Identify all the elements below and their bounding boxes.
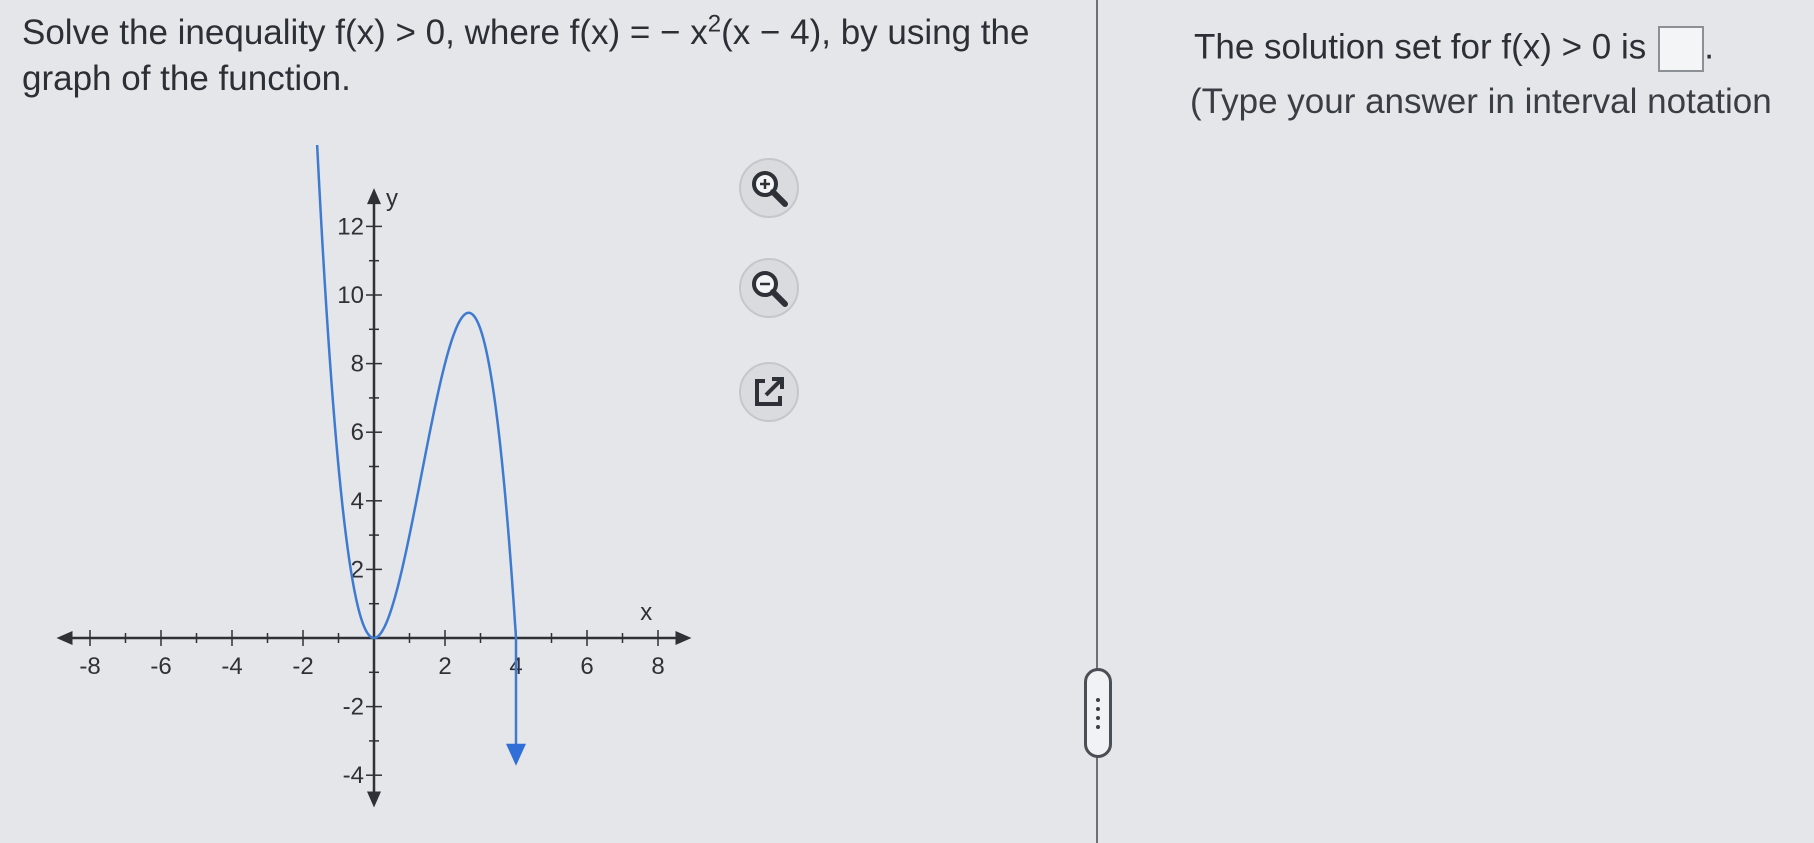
y-axis-top-arrow xyxy=(367,188,381,205)
x-axis-label: x xyxy=(640,599,652,626)
answer-period: . xyxy=(1704,27,1714,67)
zoom-out-icon xyxy=(752,271,788,307)
answer-line: The solution set for f(x) > 0 is. xyxy=(1194,26,1714,72)
answer-instruction: (Type your answer in interval notation xyxy=(1190,82,1772,121)
y-tick-label: 8 xyxy=(351,351,364,378)
y-tick-label: 10 xyxy=(337,282,364,309)
zoom-out-button[interactable] xyxy=(739,258,799,318)
page: Solve the inequality f(x) > 0, where f(x… xyxy=(0,0,1814,843)
question-text: Solve the inequality f(x) > 0, where f(x… xyxy=(22,10,1042,102)
curve-bottom-arrow xyxy=(506,743,526,766)
x-tick-label: 2 xyxy=(438,653,451,680)
x-tick-label: -4 xyxy=(221,653,242,680)
x-tick-label: -2 xyxy=(292,653,313,680)
x-axis-right-arrow xyxy=(675,631,692,645)
zoom-in-icon xyxy=(752,171,788,207)
y-axis-label: y xyxy=(386,185,398,212)
x-tick-label: 8 xyxy=(651,653,664,680)
y-tick-label: 6 xyxy=(351,419,364,446)
answer-input[interactable] xyxy=(1658,26,1705,72)
popout-button[interactable] xyxy=(739,362,799,422)
question-pane: Solve the inequality f(x) > 0, where f(x… xyxy=(0,0,1098,843)
graph-canvas: -8 -6 -4 -2 2 4 6 812108642-2-4xy xyxy=(56,145,692,808)
x-axis-left-arrow xyxy=(56,631,73,645)
x-tick-label: -8 xyxy=(79,653,100,680)
function-graph: -8 -6 -4 -2 2 4 6 8 12 10 8 6 4 2 -2 -4 x y xyxy=(36,145,726,825)
external-link-icon xyxy=(755,377,784,406)
y-axis-bottom-arrow xyxy=(367,791,381,808)
x-tick-label: 6 xyxy=(580,653,593,680)
y-tick-label: -4 xyxy=(343,762,364,789)
answer-prompt: The solution set for f(x) > 0 is xyxy=(1194,27,1647,67)
zoom-in-button[interactable] xyxy=(739,158,799,218)
y-tick-label: 12 xyxy=(337,213,364,240)
question-exponent: 2 xyxy=(707,10,722,38)
y-tick-label: 4 xyxy=(351,488,364,515)
question-text-part-1: Solve the inequality f(x) > 0, where f(x… xyxy=(22,13,708,52)
answer-pane: The solution set for f(x) > 0 is. (Type … xyxy=(1098,0,1814,843)
y-tick-label: -2 xyxy=(343,694,364,721)
x-tick-label: -6 xyxy=(150,653,171,680)
